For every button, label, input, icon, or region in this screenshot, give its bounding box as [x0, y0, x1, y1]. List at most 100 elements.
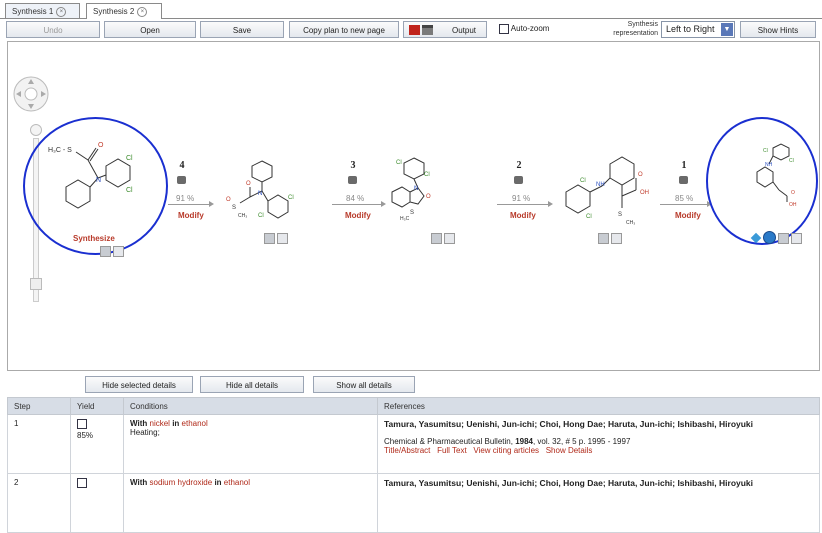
- step-number: 1: [681, 160, 687, 171]
- svg-text:S: S: [410, 210, 414, 216]
- zoom-slider-handle[interactable]: [30, 278, 42, 290]
- conditions-extra: Heating;: [130, 428, 160, 437]
- svg-text:Cl: Cl: [763, 148, 768, 154]
- reaction-arrow: [332, 204, 382, 205]
- auto-zoom-label: Auto-zoom: [510, 24, 550, 33]
- show-details-link[interactable]: Show Details: [546, 446, 593, 455]
- title-abstract-link[interactable]: Title/Abstract: [384, 446, 430, 455]
- tab-bar: Synthesis 1 × Synthesis 2 ×: [0, 0, 822, 19]
- magnify-icon[interactable]: [444, 233, 455, 244]
- synthesis-canvas[interactable]: H₃C - S O N Cl Cl Synthesize 4 91 % Modi…: [7, 41, 820, 371]
- svg-text:CH₃: CH₃: [238, 213, 247, 219]
- modify-link[interactable]: Modify: [178, 211, 204, 220]
- intermediate-structure-2[interactable]: N O Cl Cl S H₃C: [384, 154, 464, 226]
- step-yield: 84 %: [346, 194, 365, 203]
- step-cell: 1: [7, 414, 71, 474]
- column-header-conditions: Conditions: [123, 397, 378, 415]
- modify-link[interactable]: Modify: [345, 211, 371, 220]
- references-cell: Tamura, Yasumitsu; Uenishi, Jun-ichi; Ch…: [377, 473, 820, 533]
- target-molecule-structure[interactable]: NH Cl Cl O OH: [743, 142, 803, 212]
- synthesis-representation-select[interactable]: Left to Right ▼: [661, 21, 735, 38]
- conditions-cell: With sodium hydroxide in ethanol: [123, 473, 378, 533]
- reference-links: Title/Abstract Full Text View citing art…: [384, 446, 813, 455]
- solvent-link[interactable]: ethanol: [224, 478, 250, 487]
- step-cell: 2: [7, 473, 71, 533]
- undo-button[interactable]: Undo: [6, 21, 100, 38]
- reference-authors: Tamura, Yasumitsu; Uenishi, Jun-ichi; Ch…: [384, 478, 754, 488]
- structure-icon[interactable]: [264, 233, 275, 244]
- details-bar: Hide selected details Hide all details S…: [7, 371, 820, 397]
- chevron-down-icon[interactable]: ▼: [721, 23, 733, 36]
- table-row: 1 85% With nickel in ethanol Heating; Ta…: [7, 414, 820, 474]
- start-molecule-structure[interactable]: H₃C - S O N Cl Cl: [48, 130, 158, 225]
- collapse-step-icon[interactable]: [514, 176, 523, 184]
- zoom-in-icon[interactable]: [30, 124, 42, 136]
- solvent-link[interactable]: ethanol: [182, 419, 208, 428]
- conditions-with: With: [130, 478, 148, 487]
- info-icon[interactable]: [763, 231, 776, 244]
- arrow-head-icon: [548, 201, 553, 207]
- output-button[interactable]: Output: [403, 21, 487, 38]
- yield-cell: [70, 473, 124, 533]
- column-header-step: Step: [7, 397, 71, 415]
- svg-text:NH: NH: [765, 162, 773, 168]
- synthesis-representation-label: Synthesis representation: [613, 21, 658, 37]
- svg-text:O: O: [426, 194, 431, 200]
- hide-selected-details-button[interactable]: Hide selected details: [85, 376, 193, 393]
- modify-link[interactable]: Modify: [510, 211, 536, 220]
- collapse-step-icon[interactable]: [348, 176, 357, 184]
- svg-text:Cl: Cl: [126, 187, 133, 194]
- reagent-link[interactable]: nickel: [150, 419, 170, 428]
- auto-zoom-checkbox[interactable]: [499, 23, 509, 34]
- tab-label: Synthesis 1: [12, 7, 54, 16]
- reagent-link[interactable]: sodium hydroxide: [150, 478, 213, 487]
- yield-cell: 85%: [70, 414, 124, 474]
- magnify-icon[interactable]: [611, 233, 622, 244]
- modify-link[interactable]: Modify: [675, 211, 701, 220]
- conditions-cell: With nickel in ethanol Heating;: [123, 414, 378, 474]
- intermediate-structure-1[interactable]: N O S CH₃ O Cl Cl: [218, 157, 308, 227]
- svg-text:O: O: [98, 142, 104, 149]
- open-button[interactable]: Open: [104, 21, 196, 38]
- copy-plan-button[interactable]: Copy plan to new page: [289, 21, 399, 38]
- reaction-arrow: [497, 204, 549, 205]
- svg-text:Cl: Cl: [424, 172, 430, 178]
- close-icon[interactable]: ×: [56, 6, 67, 17]
- print-icon: [422, 25, 433, 35]
- collapse-step-icon[interactable]: [679, 176, 688, 184]
- magnify-icon[interactable]: [791, 233, 802, 244]
- reaction-arrow: [660, 204, 708, 205]
- tab-synthesis-2[interactable]: Synthesis 2 ×: [86, 3, 162, 19]
- show-all-details-button[interactable]: Show all details: [313, 376, 415, 393]
- magnify-icon[interactable]: [113, 246, 124, 257]
- view-citing-articles-link[interactable]: View citing articles: [473, 446, 539, 455]
- full-text-link[interactable]: Full Text: [437, 446, 467, 455]
- save-button[interactable]: Save: [200, 21, 284, 38]
- conditions-with: With: [130, 419, 148, 428]
- svg-text:Cl: Cl: [580, 178, 586, 184]
- collapse-step-icon[interactable]: [177, 176, 186, 184]
- svg-text:NH: NH: [596, 182, 605, 188]
- close-icon[interactable]: ×: [137, 6, 148, 17]
- table-header-row: Step Yield Conditions References: [7, 397, 820, 415]
- svg-text:OH: OH: [640, 190, 649, 196]
- structure-icon[interactable]: [100, 246, 111, 257]
- structure-icon[interactable]: [598, 233, 609, 244]
- show-hints-button[interactable]: Show Hints: [740, 21, 816, 38]
- auto-zoom-control[interactable]: Auto-zoom: [499, 23, 549, 35]
- pan-control-icon[interactable]: [11, 74, 51, 114]
- svg-text:Cl: Cl: [288, 195, 294, 201]
- structure-icon[interactable]: [778, 233, 789, 244]
- yield-value: 85%: [77, 431, 94, 440]
- hide-all-details-button[interactable]: Hide all details: [200, 376, 304, 393]
- synthesize-link[interactable]: Synthesize: [73, 234, 115, 243]
- magnify-icon[interactable]: [277, 233, 288, 244]
- row-select-checkbox[interactable]: [77, 419, 87, 429]
- svg-text:Cl: Cl: [396, 160, 402, 166]
- svg-text:CH₃: CH₃: [626, 220, 635, 226]
- conditions-in: in: [214, 478, 222, 487]
- structure-icon[interactable]: [431, 233, 442, 244]
- row-select-checkbox[interactable]: [77, 478, 87, 488]
- intermediate-structure-3[interactable]: NH Cl Cl O OH S CH₃: [560, 152, 670, 232]
- tab-synthesis-1[interactable]: Synthesis 1 ×: [5, 3, 80, 18]
